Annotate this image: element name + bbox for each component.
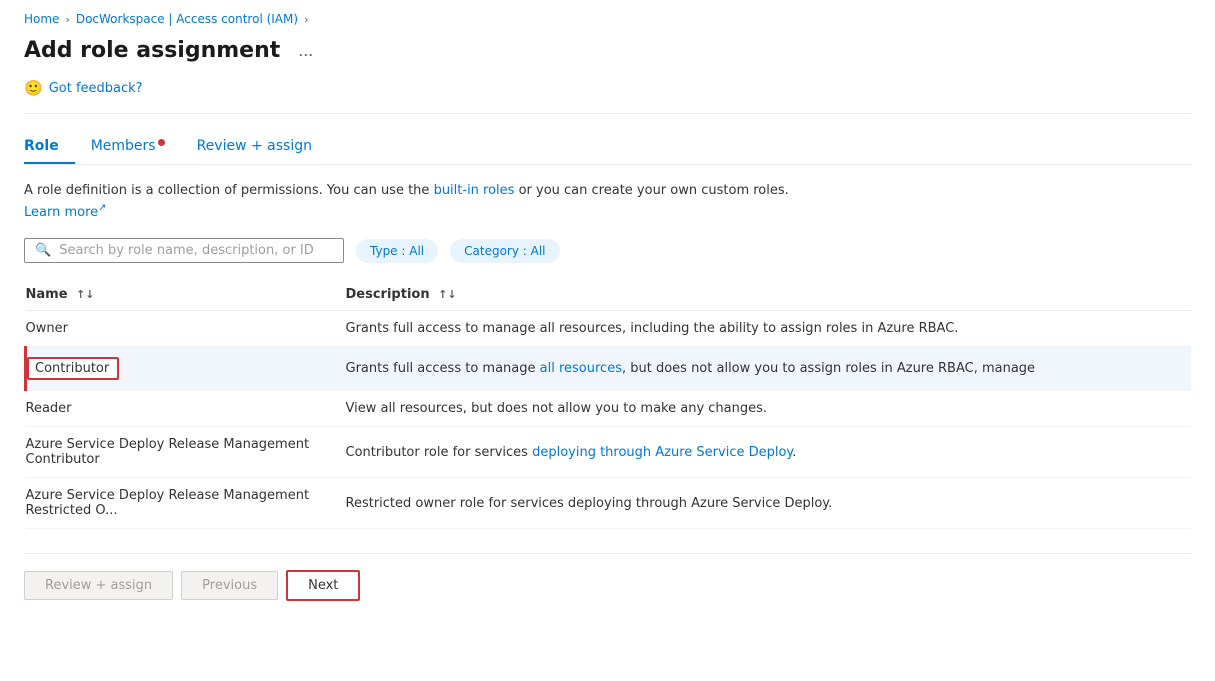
role-desc-cell: Contributor role for services deploying … — [346, 427, 1192, 478]
page-title-row: Add role assignment ... — [24, 38, 1191, 63]
desc-text1: A role definition is a collection of per… — [24, 183, 434, 198]
role-desc-cell: Restricted owner role for services deplo… — [346, 478, 1192, 529]
deploy-contributor-desc-link[interactable]: deploying through Azure Service Deploy — [532, 445, 792, 460]
type-filter-button[interactable]: Type : All — [356, 239, 438, 263]
tab-members[interactable]: Members — [75, 130, 181, 164]
members-notification-dot — [158, 139, 165, 146]
more-options-button[interactable]: ... — [292, 38, 319, 63]
desc-sort-icon: ↑↓ — [438, 288, 456, 301]
tab-review-assign[interactable]: Review + assign — [181, 130, 328, 164]
role-name-cell: Owner — [26, 311, 346, 347]
breadcrumb-sep1: › — [65, 13, 69, 26]
category-filter-button[interactable]: Category : All — [450, 239, 559, 263]
review-assign-button[interactable]: Review + assign — [24, 571, 173, 600]
role-name-cell: Azure Service Deploy Release Management … — [26, 427, 346, 478]
table-row[interactable]: Reader View all resources, but does not … — [26, 391, 1192, 427]
category-filter-label: Category : All — [464, 244, 545, 258]
built-in-roles-link[interactable]: built-in roles — [434, 183, 515, 198]
role-desc-cell: View all resources, but does not allow y… — [346, 391, 1192, 427]
role-desc-cell: Grants full access to manage all resourc… — [346, 311, 1192, 347]
table-row[interactable]: Contributor Grants full access to manage… — [26, 347, 1192, 391]
role-description: A role definition is a collection of per… — [24, 181, 1191, 222]
learn-more-external-icon: ↗ — [98, 203, 106, 214]
table-row[interactable]: Azure Service Deploy Release Management … — [26, 427, 1192, 478]
previous-button[interactable]: Previous — [181, 571, 278, 600]
table-row[interactable]: Azure Service Deploy Release Management … — [26, 478, 1192, 529]
tab-role[interactable]: Role — [24, 130, 75, 164]
tabs-row: Role Members Review + assign — [24, 130, 1191, 165]
type-filter-label: Type : All — [370, 244, 424, 258]
page-title: Add role assignment — [24, 38, 280, 63]
search-input[interactable] — [59, 243, 333, 258]
desc-text2: or you can create your own custom roles. — [514, 183, 788, 198]
breadcrumb-sep2: › — [304, 13, 308, 26]
role-name-cell: Reader — [26, 391, 346, 427]
search-icon: 🔍 — [35, 243, 51, 258]
role-name-cell: Azure Service Deploy Release Management … — [26, 478, 346, 529]
feedback-label: Got feedback? — [49, 81, 143, 96]
next-button[interactable]: Next — [286, 570, 360, 601]
feedback-icon: 🙂 — [24, 79, 43, 97]
filter-row: 🔍 Type : All Category : All — [24, 238, 1191, 263]
description-column-header[interactable]: Description ↑↓ — [346, 279, 1192, 311]
learn-more-link[interactable]: Learn more↗ — [24, 205, 107, 220]
breadcrumb: Home › DocWorkspace | Access control (IA… — [24, 12, 1191, 26]
table-header-row: Name ↑↓ Description ↑↓ — [26, 279, 1192, 311]
name-column-header[interactable]: Name ↑↓ — [26, 279, 346, 311]
breadcrumb-home[interactable]: Home — [24, 12, 59, 26]
search-box[interactable]: 🔍 — [24, 238, 344, 263]
role-desc-cell: Grants full access to manage all resourc… — [346, 347, 1192, 391]
feedback-row[interactable]: 🙂 Got feedback? — [24, 79, 1191, 114]
roles-table: Name ↑↓ Description ↑↓ Owner Grants full… — [24, 279, 1191, 529]
name-sort-icon: ↑↓ — [76, 288, 94, 301]
table-row[interactable]: Owner Grants full access to manage all r… — [26, 311, 1192, 347]
role-name-cell: Contributor — [26, 347, 346, 391]
contributor-desc-link[interactable]: all resources — [540, 361, 622, 376]
footer-bar: Review + assign Previous Next — [24, 553, 1191, 601]
contributor-selected-box: Contributor — [27, 357, 119, 380]
breadcrumb-workspace[interactable]: DocWorkspace | Access control (IAM) — [76, 12, 298, 26]
